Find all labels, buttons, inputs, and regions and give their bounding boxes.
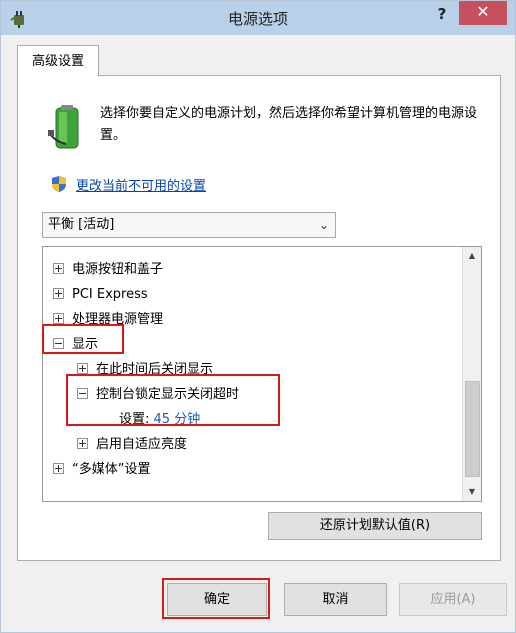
- setting-value[interactable]: 45 分钟: [154, 412, 201, 427]
- tree-item-turn-off-display-after[interactable]: 在此时间后关闭显示: [77, 360, 213, 380]
- chevron-down-icon: ⌄: [318, 218, 329, 232]
- power-options-window: 电源选项 ? ✕ 高级设置 选择你要自定义的电源计划，然后选择你希望计算机管理的…: [0, 0, 516, 633]
- title-bar: 电源选项 ? ✕: [1, 1, 515, 35]
- expand-icon[interactable]: [53, 463, 64, 474]
- tree-item-display[interactable]: 显示: [53, 335, 98, 355]
- tree-item-multimedia[interactable]: “多媒体”设置: [53, 460, 150, 480]
- power-plan-select-value: 平衡 [活动]: [48, 217, 115, 232]
- tree-item-pci-express[interactable]: PCI Express: [53, 285, 148, 305]
- advanced-settings-panel: 选择你要自定义的电源计划，然后选择你希望计算机管理的电源设置。 更改当前不可用的…: [17, 75, 501, 561]
- tree-item-console-lock-timeout[interactable]: 控制台锁定显示关闭超时: [77, 385, 239, 405]
- plan-description: 选择你要自定义的电源计划，然后选择你希望计算机管理的电源设置。: [100, 106, 478, 143]
- scroll-up-icon[interactable]: ▲: [463, 247, 481, 265]
- change-unavailable-settings-link[interactable]: 更改当前不可用的设置: [76, 175, 206, 194]
- expand-icon[interactable]: [53, 313, 64, 324]
- ok-button[interactable]: 确定: [167, 583, 267, 616]
- restore-defaults-button[interactable]: 还原计划默认值(R): [268, 512, 482, 540]
- setting-label: 设置:: [119, 412, 150, 427]
- collapse-icon[interactable]: [53, 338, 64, 349]
- scroll-down-icon[interactable]: ▼: [463, 483, 481, 501]
- cancel-button[interactable]: 取消: [284, 583, 387, 616]
- tree-item-processor-power[interactable]: 处理器电源管理: [53, 310, 163, 330]
- expand-icon[interactable]: [77, 363, 88, 374]
- close-button[interactable]: ✕: [459, 1, 507, 25]
- tree-item-adaptive-brightness[interactable]: 启用自适应亮度: [77, 435, 187, 455]
- power-plan-select[interactable]: 平衡 [活动] ⌄: [42, 212, 336, 238]
- battery-power-icon: [48, 105, 79, 149]
- tab-advanced-settings[interactable]: 高级设置: [17, 45, 99, 77]
- tree-item-setting[interactable]: 设置: 45 分钟: [119, 410, 200, 430]
- expand-icon[interactable]: [77, 438, 88, 449]
- collapse-icon[interactable]: [77, 388, 88, 399]
- apply-button[interactable]: 应用(A): [399, 583, 507, 616]
- expand-icon[interactable]: [53, 263, 64, 274]
- help-button[interactable]: ?: [429, 3, 455, 27]
- scroll-thumb[interactable]: [465, 381, 480, 477]
- tree-item-power-buttons[interactable]: 电源按钮和盖子: [53, 260, 163, 280]
- settings-tree[interactable]: 电源按钮和盖子 PCI Express 处理器电源管理 显示 在此时间后关闭显示…: [42, 246, 482, 502]
- uac-shield-icon: [52, 176, 66, 192]
- close-icon: ✕: [476, 2, 490, 21]
- expand-icon[interactable]: [53, 288, 64, 299]
- tree-scrollbar[interactable]: ▲ ▼: [462, 247, 481, 501]
